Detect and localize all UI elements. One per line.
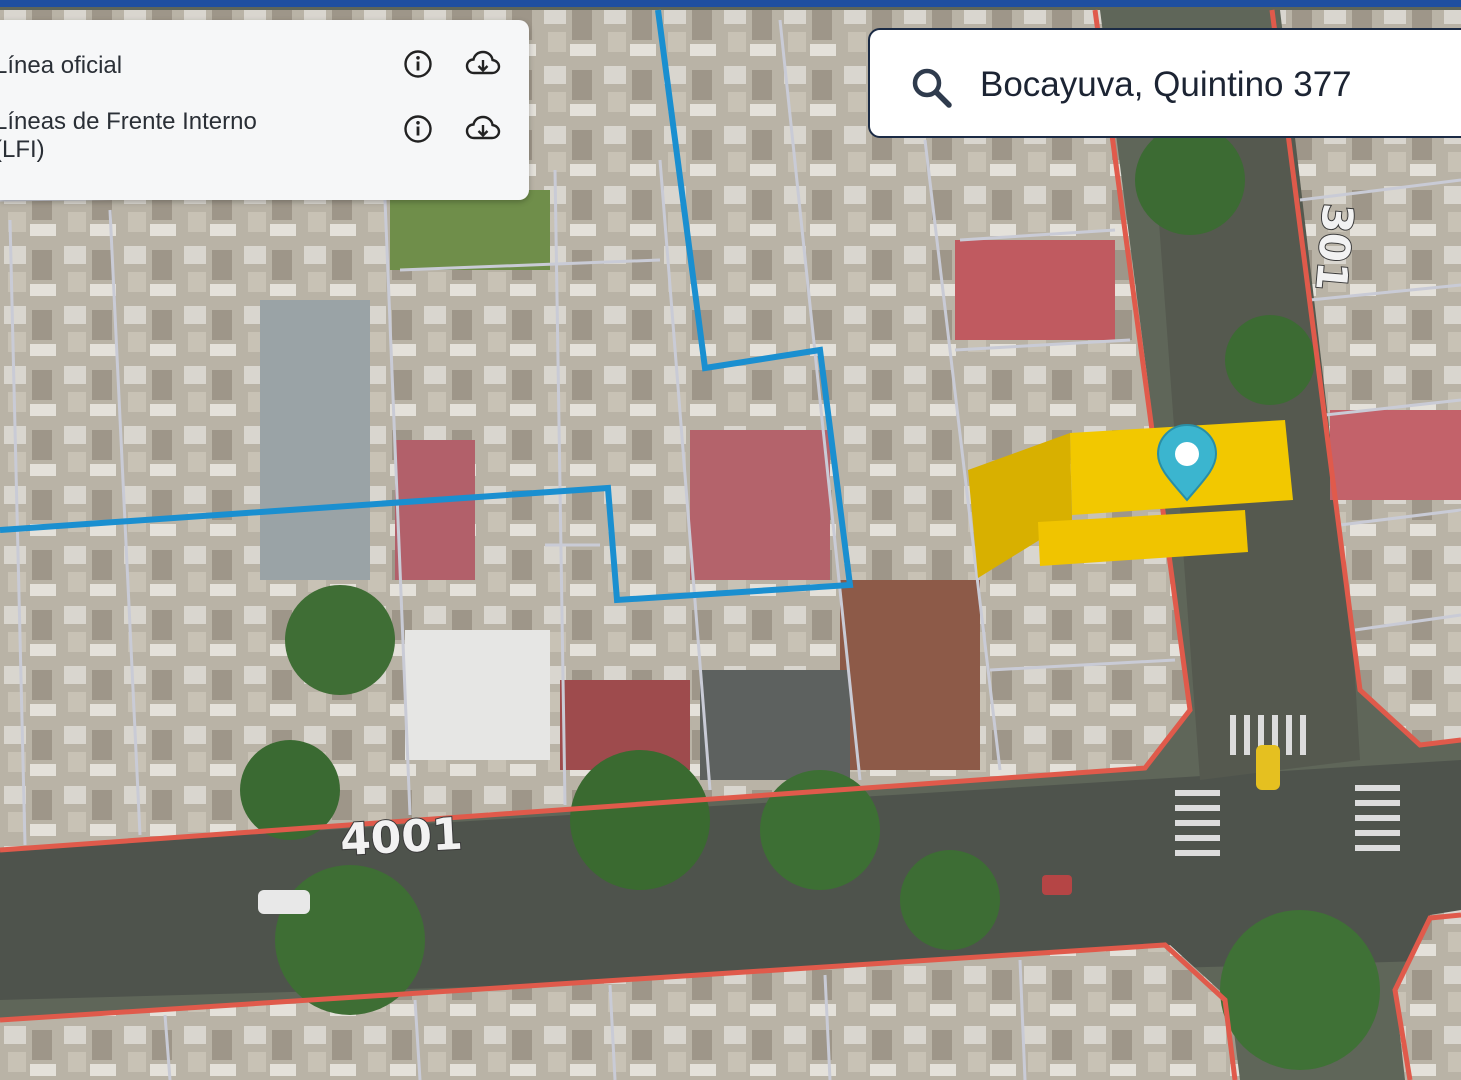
roof: [390, 190, 550, 270]
car: [1042, 875, 1072, 895]
layer-label: Líneas de Frente Interno (LFI): [0, 108, 257, 163]
roof: [955, 240, 1115, 340]
roof: [260, 300, 370, 580]
street-number-label: 4001: [339, 809, 464, 866]
tree: [570, 750, 710, 890]
search-input[interactable]: [980, 60, 1460, 110]
layer-label: Línea oficial: [0, 52, 123, 79]
roof: [690, 430, 830, 580]
search-icon[interactable]: [910, 66, 954, 110]
roof: [840, 580, 980, 770]
street-number-label: 301: [1306, 202, 1362, 294]
tree: [1225, 315, 1315, 405]
roof: [1330, 410, 1461, 500]
car: [1256, 745, 1280, 790]
cloud-download-icon[interactable]: [465, 46, 501, 82]
roof: [395, 440, 475, 580]
tree: [900, 850, 1000, 950]
tree: [285, 585, 395, 695]
tree: [1135, 125, 1245, 235]
roof: [700, 670, 850, 780]
top-accent-bar: [0, 0, 1461, 7]
layers-panel: Línea oficial Líneas de Frente Interno (…: [0, 20, 529, 200]
tree: [1220, 910, 1380, 1070]
address-search-box[interactable]: [868, 28, 1461, 138]
car: [258, 890, 310, 914]
cloud-download-icon[interactable]: [465, 111, 501, 147]
info-icon[interactable]: [400, 111, 436, 147]
roof: [405, 630, 550, 760]
info-icon[interactable]: [400, 46, 436, 82]
